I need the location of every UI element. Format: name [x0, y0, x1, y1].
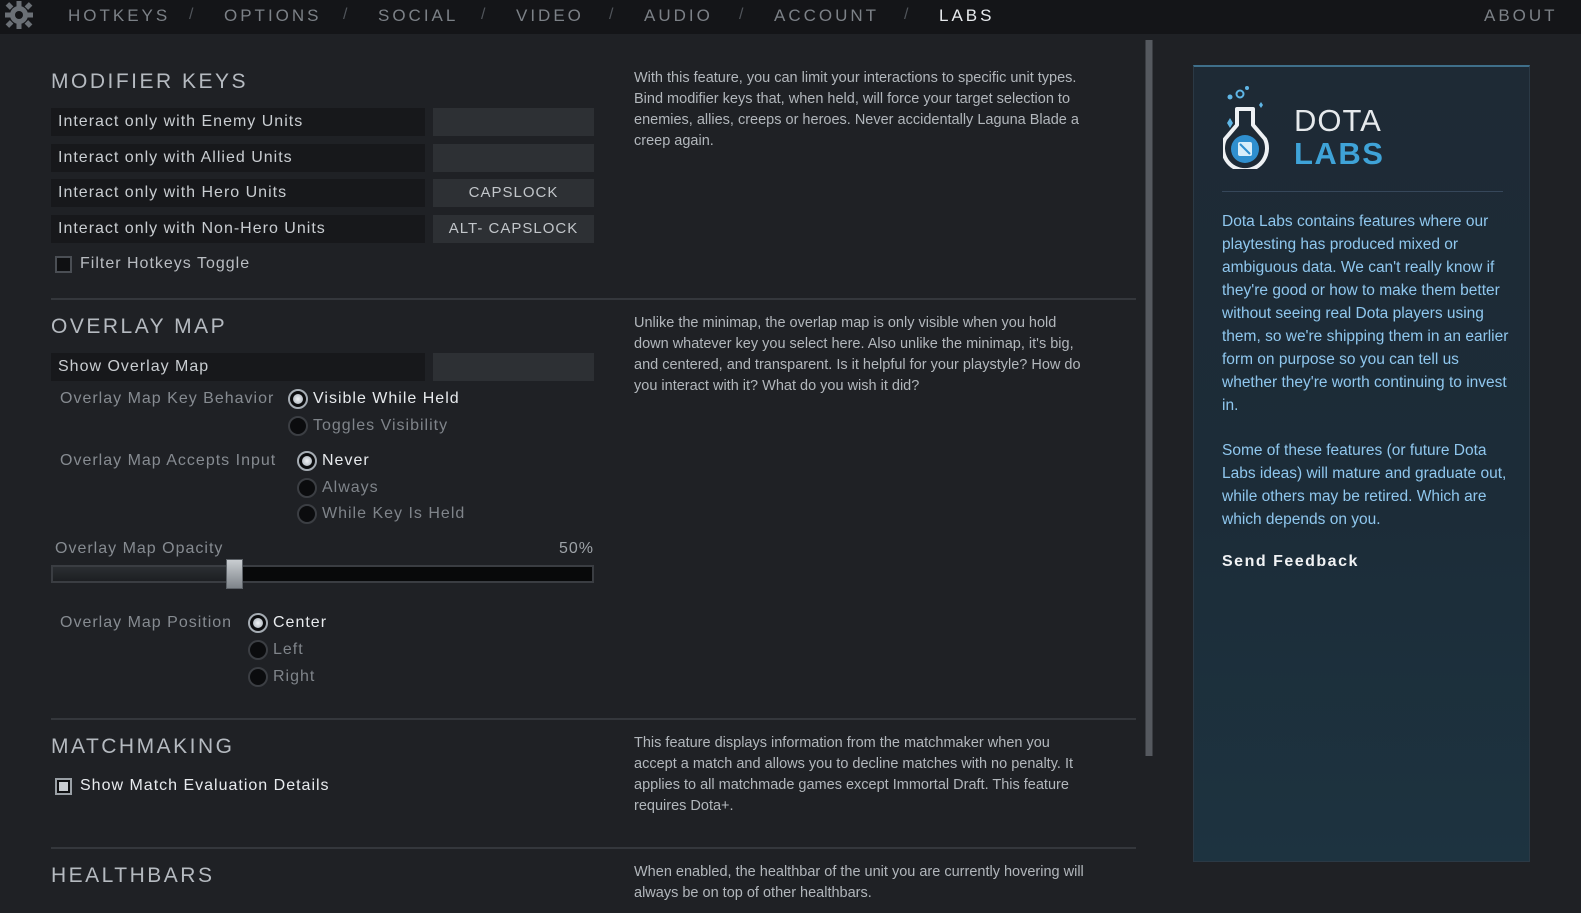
key-behavior-label: Overlay Map Key Behavior: [60, 390, 275, 407]
position-label: Overlay Map Position: [60, 614, 233, 631]
radio-toggles-visibility[interactable]: [288, 416, 308, 436]
nav-tab-audio[interactable]: AUDIO: [644, 6, 713, 26]
binding-key-enemy-units[interactable]: [433, 108, 594, 136]
opacity-slider-thumb[interactable]: [226, 559, 243, 589]
labs-paragraph-2: Some of these features (or future Dota L…: [1222, 442, 1507, 528]
filter-hotkeys-checkbox[interactable]: [55, 256, 72, 273]
labs-title-labs: LABS: [1294, 136, 1385, 171]
binding-key-allied-units[interactable]: [433, 144, 594, 172]
filter-hotkeys-label[interactable]: Filter Hotkeys Toggle: [80, 255, 250, 273]
binding-label-non-hero-units: Interact only with Non-Hero Units: [51, 215, 425, 243]
match-evaluation-label[interactable]: Show Match Evaluation Details: [80, 777, 330, 795]
nav-separator: /: [481, 6, 486, 23]
radio-position-left[interactable]: [248, 640, 268, 660]
labs-flask-icon: [1223, 86, 1269, 169]
radio-input-never[interactable]: [297, 451, 317, 471]
radio-visible-while-held[interactable]: [288, 389, 308, 409]
opacity-value: 50%: [559, 540, 595, 557]
opacity-slider-track[interactable]: [51, 565, 594, 583]
binding-label-enemy-units: Interact only with Enemy Units: [51, 108, 425, 136]
nav-separator: /: [343, 6, 348, 23]
section-title-overlay-map: OVERLAY MAP: [51, 315, 228, 338]
binding-key-show-overlay-map[interactable]: [433, 353, 594, 381]
nav-tab-social[interactable]: SOCIAL: [378, 6, 458, 26]
binding-label-hero-units: Interact only with Hero Units: [51, 179, 425, 207]
radio-label-position-right[interactable]: Right: [273, 668, 315, 686]
radio-position-right[interactable]: [248, 667, 268, 687]
radio-label-toggles-visibility[interactable]: Toggles Visibility: [313, 417, 448, 435]
binding-label-allied-units: Interact only with Allied Units: [51, 144, 425, 172]
nav-tab-options[interactable]: OPTIONS: [224, 6, 322, 26]
overlay-map-description: Unlike the minimap, the overlap map is o…: [634, 315, 1081, 394]
nav-separator: /: [189, 6, 194, 23]
section-title-matchmaking: MATCHMAKING: [51, 735, 235, 758]
radio-label-visible-while-held[interactable]: Visible While Held: [313, 390, 460, 408]
nav-tab-hotkeys[interactable]: HOTKEYS: [68, 6, 170, 26]
modifier-keys-description: With this feature, you can limit your in…: [634, 70, 1079, 149]
radio-input-while-key-held[interactable]: [297, 504, 317, 524]
radio-label-position-center[interactable]: Center: [273, 614, 327, 632]
nav-tab-account[interactable]: ACCOUNT: [774, 6, 879, 26]
labs-paragraph-1: Dota Labs contains features where our pl…: [1222, 213, 1509, 414]
scrollbar-thumb[interactable]: [1146, 40, 1152, 756]
section-divider: [51, 847, 1136, 849]
section-divider: [51, 298, 1136, 300]
accepts-input-label: Overlay Map Accepts Input: [60, 452, 277, 469]
binding-key-hero-units[interactable]: CAPSLOCK: [433, 179, 594, 207]
labs-divider: [1222, 191, 1503, 192]
radio-label-input-while-key-held[interactable]: While Key Is Held: [322, 505, 465, 523]
labs-title-dota: DOTA: [1294, 103, 1382, 138]
nav-separator: /: [739, 6, 744, 23]
settings-gear-icon[interactable]: [2, 0, 36, 34]
radio-input-always[interactable]: [297, 478, 317, 498]
opacity-label: Overlay Map Opacity: [55, 540, 224, 557]
nav-separator: /: [904, 6, 909, 23]
binding-label-show-overlay-map: Show Overlay Map: [51, 353, 425, 381]
nav-tab-labs[interactable]: LABS: [939, 6, 994, 26]
section-title-healthbars: HEALTHBARS: [51, 864, 215, 887]
dota-labs-panel: DOTA LABS Dota Labs contains features wh…: [1193, 65, 1530, 862]
section-title-modifier-keys: MODIFIER KEYS: [51, 70, 249, 93]
radio-label-input-always[interactable]: Always: [322, 479, 379, 497]
healthbars-description: When enabled, the healthbar of the unit …: [634, 864, 1084, 901]
radio-label-position-left[interactable]: Left: [273, 641, 304, 659]
radio-label-input-never[interactable]: Never: [322, 452, 370, 470]
nav-tab-video[interactable]: VIDEO: [516, 6, 584, 26]
radio-position-center[interactable]: [248, 613, 268, 633]
matchmaking-description: This feature displays information from t…: [634, 735, 1074, 814]
nav-separator: /: [609, 6, 614, 23]
nav-about[interactable]: ABOUT: [1484, 6, 1558, 26]
match-evaluation-checkbox[interactable]: [55, 778, 72, 795]
opacity-slider-fill: [53, 567, 229, 581]
binding-key-non-hero-units[interactable]: ALT- CAPSLOCK: [433, 215, 594, 243]
top-nav: HOTKEYS / OPTIONS / SOCIAL / VIDEO / AUD…: [0, 0, 1581, 34]
send-feedback-link[interactable]: Send Feedback: [1222, 553, 1359, 571]
section-divider: [51, 718, 1136, 720]
